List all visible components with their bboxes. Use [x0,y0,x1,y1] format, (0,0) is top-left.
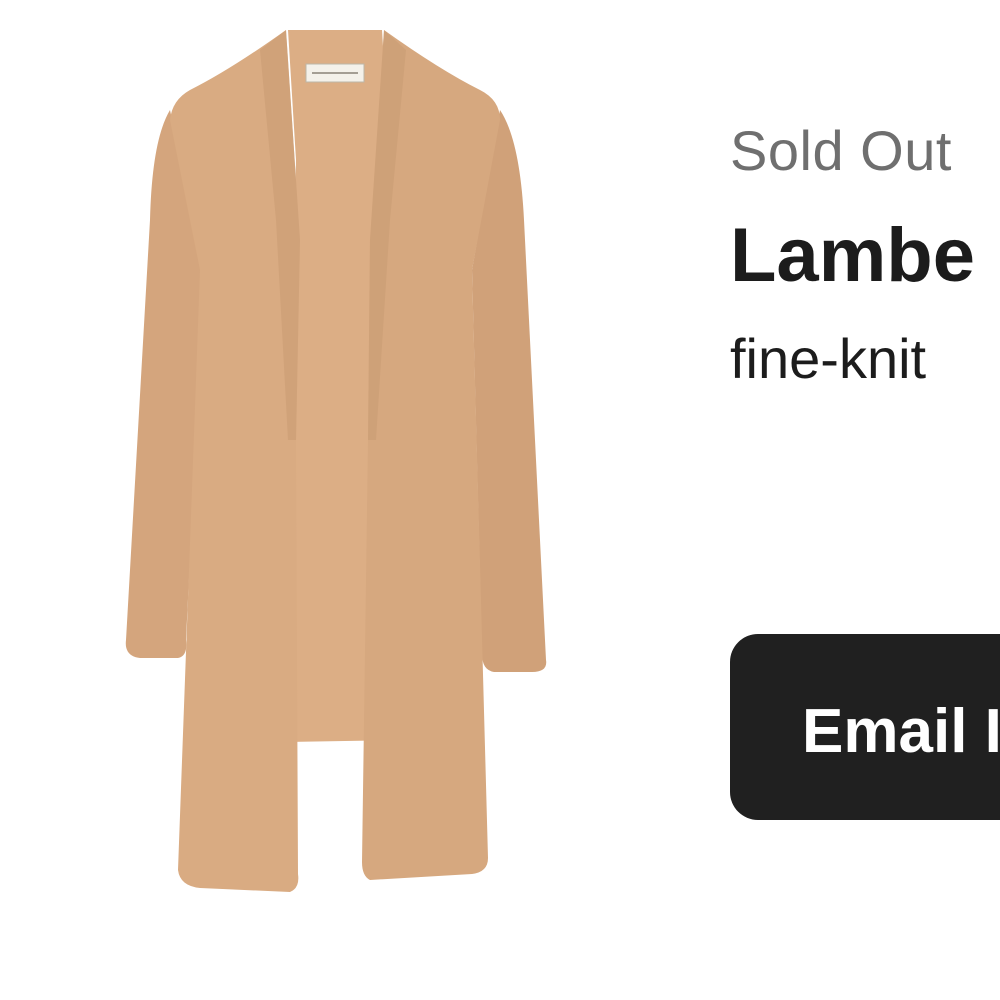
product-name: fine-knit [730,327,927,390]
email-button-label: Email I [802,697,1000,766]
cardigan-illustration [125,30,547,892]
availability-status: Sold Out [730,119,952,182]
product-page: Sold Out Lambe fine-knit Email I [0,0,1000,1000]
email-notify-button[interactable]: Email I [730,634,1000,820]
product-info: Sold Out Lambe fine-knit [730,0,1000,1000]
brand-name: Lambe [730,213,975,298]
product-image [100,20,570,900]
